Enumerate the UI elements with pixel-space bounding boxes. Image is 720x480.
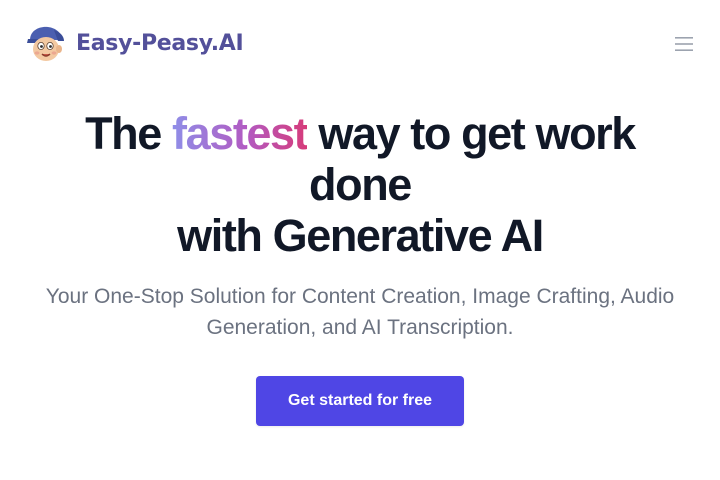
mascot-face-logo-icon [27, 26, 64, 61]
headline-accent-word: fastest [171, 108, 309, 159]
cta-container: Get started for free [0, 376, 720, 426]
brand-link[interactable]: Easy-Peasy.AI [24, 24, 244, 64]
hamburger-menu-button[interactable] [674, 35, 694, 53]
hamburger-menu-icon [675, 37, 693, 51]
headline-rest: way to get work done [307, 108, 636, 210]
hero-section: The fastest way to get work done with Gen… [0, 108, 720, 426]
brand-name: Easy-Peasy.AI [76, 31, 244, 56]
headline-second-line: with Generative AI [177, 210, 544, 261]
get-started-button[interactable]: Get started for free [256, 376, 464, 426]
hero-subtitle: Your One-Stop Solution for Content Creat… [45, 285, 675, 339]
hero-headline: The fastest way to get work done with Gen… [30, 108, 690, 261]
site-header: Easy-Peasy.AI [0, 0, 720, 88]
headline-prefix: The [85, 108, 172, 159]
